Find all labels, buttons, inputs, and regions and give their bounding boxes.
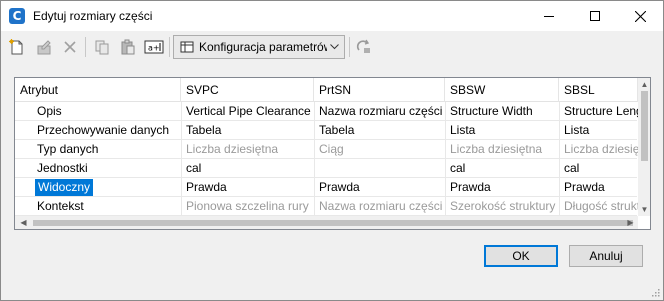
value-cell[interactable]	[314, 159, 445, 178]
minimize-icon	[544, 15, 554, 17]
part-sizes-grid[interactable]: Atrybut SVPC PrtSN SBSW SBSL Opis Vertica…	[14, 77, 651, 230]
value-cell[interactable]: Liczba dziesiętna	[445, 140, 559, 159]
column-divider	[181, 102, 182, 216]
value-cell[interactable]: Structure Length	[559, 102, 638, 121]
table-row[interactable]: Kontekst Pionowa szczelina rury Nazwa rozm…	[15, 197, 638, 216]
attribute-name-cell[interactable]: Przechowywanie danych	[15, 121, 181, 140]
copy-button[interactable]	[91, 36, 113, 58]
scroll-up-icon[interactable]: ▲	[638, 78, 650, 91]
value-cell[interactable]: Tabela	[181, 121, 314, 140]
new-button[interactable]	[6, 36, 28, 58]
attribute-name-cell[interactable]: Widoczny	[15, 178, 181, 197]
edit-button[interactable]	[33, 36, 55, 58]
value-cell[interactable]: Prawda	[559, 178, 638, 197]
value-cell[interactable]: Szerokość struktury	[445, 197, 559, 216]
horizontal-scrollbar[interactable]: ◀ ▶	[15, 216, 638, 229]
table-row[interactable]: Typ danych Liczba dziesiętna Ciąg Liczba dz…	[15, 140, 638, 159]
scroll-right-icon[interactable]: ▶	[624, 216, 637, 229]
settings-icon	[178, 38, 196, 56]
paste-button[interactable]	[117, 36, 139, 58]
value-cell[interactable]: cal	[445, 159, 559, 178]
scroll-down-icon[interactable]: ▼	[638, 203, 650, 216]
value-cell[interactable]: Structure Width	[445, 102, 559, 121]
parameter-configuration-button[interactable]: Konfiguracja parametrów	[173, 35, 345, 59]
maximize-icon	[590, 11, 600, 21]
selected-attribute-label: Widoczny	[35, 179, 94, 196]
column-divider	[314, 102, 315, 216]
rename-icon: a+	[144, 40, 164, 54]
delete-button[interactable]	[59, 36, 81, 58]
value-cell[interactable]: Liczba dziesiętna	[181, 140, 314, 159]
column-divider	[445, 102, 446, 216]
value-cell[interactable]: cal	[559, 159, 638, 178]
horizontal-scroll-thumb[interactable]	[33, 220, 633, 226]
chevron-down-icon	[327, 40, 341, 54]
svg-text:a+: a+	[148, 44, 160, 53]
value-cell[interactable]: Lista	[445, 121, 559, 140]
new-icon	[9, 39, 23, 55]
attribute-name-cell[interactable]: Opis	[15, 102, 181, 121]
toolbar-separator	[85, 37, 86, 57]
cancel-button[interactable]: Anuluj	[569, 245, 643, 267]
column-header-sbsl[interactable]: SBSL	[559, 78, 638, 102]
column-header-sbsw[interactable]: SBSW	[445, 78, 559, 102]
copy-icon	[95, 40, 109, 55]
value-cell[interactable]: Nazwa rozmiaru części	[314, 102, 445, 121]
grid-header: Atrybut SVPC PrtSN SBSW SBSL	[15, 78, 650, 102]
refresh-icon	[356, 39, 370, 53]
edit-part-sizes-dialog: C Edytuj rozmiary części a+ Konfiguracja…	[0, 0, 664, 301]
column-divider	[559, 102, 560, 216]
refresh-button[interactable]	[353, 36, 375, 58]
value-cell[interactable]: Vertical Pipe Clearance	[181, 102, 314, 121]
value-cell[interactable]: cal	[181, 159, 314, 178]
toolbar: a+ Konfiguracja parametrów	[1, 31, 663, 63]
window-title: Edytuj rozmiary części	[33, 9, 153, 23]
column-header-svpc[interactable]: SVPC	[181, 78, 314, 102]
attribute-name-cell[interactable]: Jednostki	[15, 159, 181, 178]
table-row[interactable]: Opis Vertical Pipe Clearance Nazwa rozmiar…	[15, 102, 638, 121]
value-cell[interactable]: Tabela	[314, 121, 445, 140]
value-cell[interactable]: Ciąg	[314, 140, 445, 159]
column-header-attribute[interactable]: Atrybut	[15, 78, 181, 102]
table-row[interactable]: Jednostki cal cal cal	[15, 159, 637, 178]
minimize-button[interactable]	[526, 1, 572, 31]
value-cell[interactable]: Nazwa rozmiaru części	[314, 197, 445, 216]
value-cell[interactable]: Prawda	[181, 178, 314, 197]
value-cell[interactable]: Prawda	[445, 178, 559, 197]
paste-icon	[121, 39, 135, 55]
table-row[interactable]: Widoczny Prawda Prawda Prawda Prawda	[15, 178, 637, 197]
config-label: Konfiguracja parametrów	[199, 40, 327, 54]
close-icon	[634, 10, 646, 22]
delete-icon	[64, 41, 76, 53]
edit-icon	[37, 40, 51, 55]
value-cell[interactable]: Liczba dziesiętna	[559, 140, 638, 159]
toolbar-separator	[349, 37, 350, 57]
value-cell[interactable]: Długość struktury	[559, 197, 638, 216]
toolbar-separator	[169, 37, 170, 57]
app-icon: C	[9, 8, 25, 24]
vertical-scrollbar[interactable]: ▲ ▼	[638, 78, 650, 216]
value-cell[interactable]: Prawda	[314, 178, 445, 197]
maximize-button[interactable]	[572, 1, 618, 31]
column-header-prtsn[interactable]: PrtSN	[314, 78, 445, 102]
scroll-left-icon[interactable]: ◀	[17, 216, 30, 229]
attribute-name-cell[interactable]: Kontekst	[15, 197, 181, 216]
ok-button[interactable]: OK	[484, 245, 558, 267]
table-row[interactable]: Przechowywanie danych Tabela Tabela Lista Li…	[15, 121, 637, 140]
rename-button[interactable]: a+	[143, 36, 165, 58]
attribute-name-cell[interactable]: Typ danych	[15, 140, 181, 159]
close-button[interactable]	[617, 1, 663, 31]
value-cell[interactable]: Lista	[559, 121, 638, 140]
title-bar: C Edytuj rozmiary części	[1, 1, 663, 31]
vertical-scroll-thumb[interactable]	[641, 91, 648, 161]
resize-grip-icon[interactable]	[650, 287, 660, 297]
value-cell[interactable]: Pionowa szczelina rury	[181, 197, 314, 216]
